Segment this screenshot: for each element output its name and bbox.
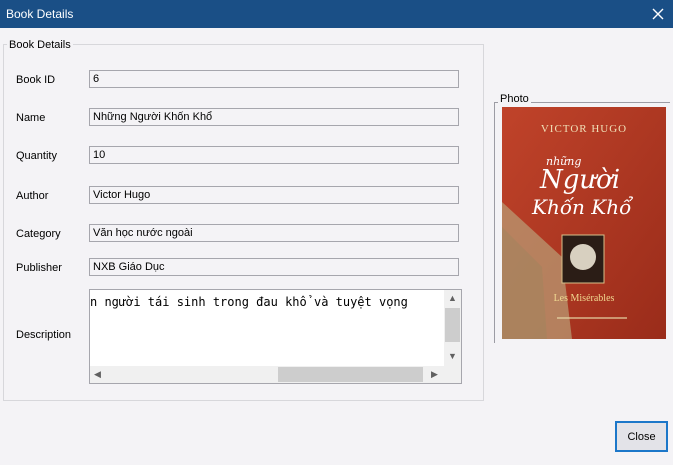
cover-author: VICTOR HUGO <box>540 123 628 135</box>
cover-title-line2: Người <box>540 165 621 195</box>
description-text: n người tái sinh trong đau khổ và tuyệt … <box>90 295 408 309</box>
name-field[interactable]: Những Người Khốn Khổ <box>89 108 459 126</box>
book-details-group-title: Book Details <box>7 39 73 51</box>
book-id-field[interactable]: 6 <box>89 70 459 88</box>
close-button[interactable]: Close <box>615 421 668 452</box>
quantity-label: Quantity <box>16 150 57 162</box>
description-label: Description <box>16 329 72 341</box>
photo-group-title: Photo <box>498 93 531 105</box>
publisher-label: Publisher <box>16 262 62 274</box>
publisher-field[interactable]: NXB Giáo Dục <box>89 258 459 276</box>
quantity-field[interactable]: 10 <box>89 146 459 164</box>
scroll-right-icon[interactable]: ▶ <box>431 370 438 379</box>
window-title: Book Details <box>6 7 74 21</box>
window-close-icon[interactable] <box>643 0 673 28</box>
author-label: Author <box>16 190 49 202</box>
name-label: Name <box>16 112 46 124</box>
author-field[interactable]: Victor Hugo <box>89 186 459 204</box>
book-cover-image: VICTOR HUGO những Người Khốn Khổ Les Mis… <box>502 107 666 339</box>
scroll-left-icon[interactable]: ◀ <box>94 370 101 379</box>
cover-title-line3: Khốn Khổ <box>532 195 632 219</box>
title-bar: Book Details <box>0 0 673 28</box>
scroll-down-icon[interactable]: ▼ <box>448 352 457 361</box>
category-label: Category <box>16 228 61 240</box>
book-id-label: Book ID <box>16 74 56 86</box>
description-vertical-scrollbar[interactable]: ▲ ▼ <box>444 290 461 366</box>
horizontal-scroll-thumb[interactable] <box>278 367 423 382</box>
scrollbar-corner <box>444 366 461 383</box>
book-cover-art <box>502 107 666 339</box>
category-field[interactable]: Văn học nước ngoài <box>89 224 459 242</box>
cover-subtitle: Les Misérables <box>553 293 615 304</box>
description-horizontal-scrollbar[interactable]: ◀ ▶ <box>90 366 445 383</box>
vertical-scroll-thumb[interactable] <box>445 308 460 342</box>
description-textarea[interactable]: n người tái sinh trong đau khổ và tuyệt … <box>89 289 462 384</box>
scroll-up-icon[interactable]: ▲ <box>448 294 457 303</box>
